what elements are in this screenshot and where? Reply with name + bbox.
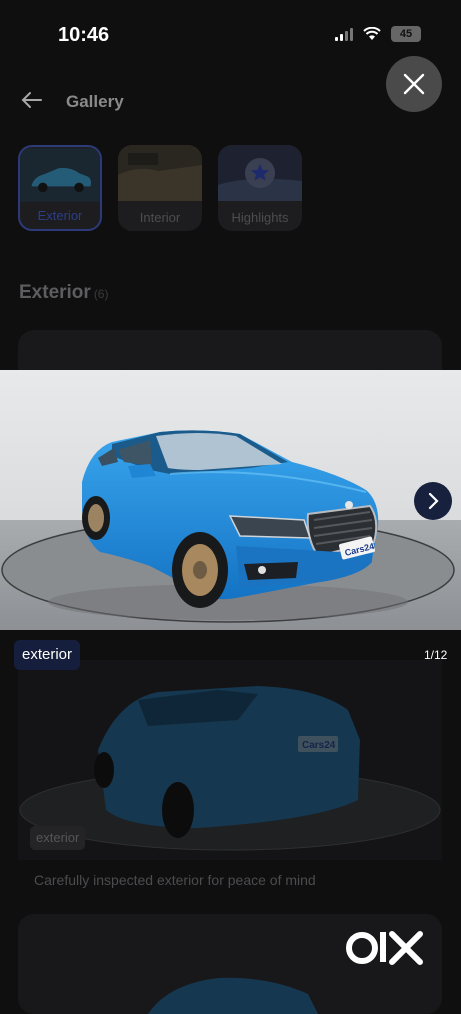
card-badge-label: exterior bbox=[36, 830, 80, 845]
image-viewer[interactable]: Cars24 bbox=[0, 370, 461, 630]
status-time: 10:46 bbox=[58, 24, 110, 46]
next-image-button[interactable] bbox=[414, 482, 452, 520]
close-icon bbox=[403, 73, 425, 95]
category-pill: exterior bbox=[14, 640, 81, 670]
tab-exterior[interactable]: Exterior bbox=[18, 145, 102, 231]
tab-highlights-label: Highlights bbox=[231, 210, 289, 225]
section-title: Exterior bbox=[19, 282, 91, 303]
section-heading: Exterior (6) bbox=[19, 282, 108, 304]
olx-logo bbox=[340, 926, 430, 972]
highlights-thumbnail bbox=[218, 145, 302, 201]
tab-interior-label: Interior bbox=[139, 210, 181, 225]
image-counter: 1/12 bbox=[424, 648, 448, 662]
exterior-thumbnail bbox=[20, 148, 100, 202]
status-bar: 10:46 45 bbox=[0, 0, 461, 60]
chevron-right-icon bbox=[428, 492, 439, 510]
card-caption: Carefully inspected exterior for peace o… bbox=[34, 872, 316, 888]
close-button[interactable] bbox=[386, 56, 442, 112]
tab-highlights[interactable]: Highlights bbox=[218, 145, 302, 231]
tab-exterior-label: Exterior bbox=[37, 208, 83, 223]
car-front-photo: Cars24 bbox=[0, 370, 461, 630]
tab-interior[interactable]: Interior bbox=[118, 145, 202, 231]
card-badge: exterior bbox=[30, 826, 86, 850]
gallery-tabs: Exterior Interior Highlights bbox=[18, 145, 302, 231]
section-count: (6) bbox=[93, 287, 109, 301]
cellular-signal-icon bbox=[335, 27, 353, 41]
page-title: Gallery bbox=[66, 92, 124, 111]
status-icons: 45 bbox=[335, 26, 421, 42]
rear-plate-text: Cars24 bbox=[302, 740, 336, 751]
interior-thumbnail bbox=[118, 145, 202, 201]
wifi-icon bbox=[363, 27, 381, 40]
olx-watermark-icon bbox=[346, 931, 423, 965]
battery-level: 45 bbox=[399, 28, 413, 40]
back-arrow-icon[interactable] bbox=[20, 88, 44, 112]
battery-icon: 45 bbox=[391, 26, 421, 42]
category-label: exterior bbox=[22, 646, 73, 663]
